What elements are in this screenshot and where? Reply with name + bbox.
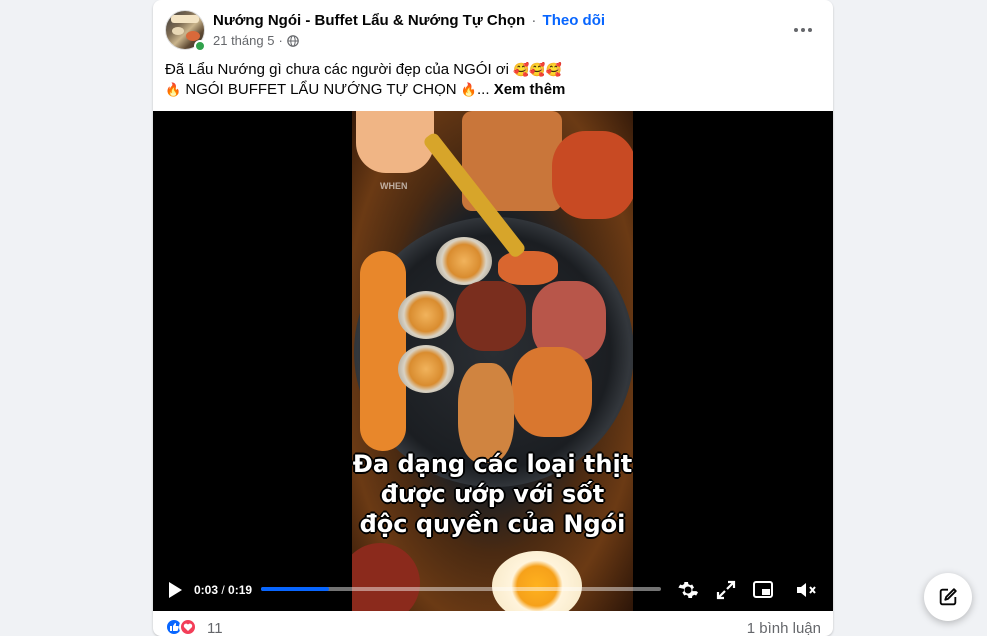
love-reaction-icon — [179, 618, 197, 636]
play-icon[interactable] — [167, 581, 183, 599]
comment-count-link[interactable]: 1 bình luận — [747, 620, 821, 636]
caption-line-2: 🔥 NGÓI BUFFET LẨU NƯỚNG TỰ CHỌN 🔥... Xem… — [165, 80, 821, 100]
name-separator: · — [531, 12, 537, 29]
overlay-line-1: Đa dạng các loại thịt — [352, 450, 633, 478]
duration: 0:19 — [228, 583, 253, 597]
current-time: 0:03 — [194, 583, 219, 597]
feed-post: Nướng Ngói - Buffet Lẩu & Nướng Tự Chọn … — [153, 0, 833, 636]
fire-emoji: 🔥 — [460, 82, 478, 97]
overlay-line-3: độc quyền của Ngói — [359, 510, 626, 538]
more-horizontal-icon — [794, 28, 798, 32]
new-message-button[interactable] — [924, 573, 972, 621]
video-player[interactable]: WHEN Đa dạng các loại thịt được ướp với … — [153, 111, 833, 611]
video-overlay-text: Đa dạng các loại thịt được ướp với sốt đ… — [352, 449, 633, 539]
video-progress-fill — [261, 587, 329, 591]
video-controls: 0:03 / 0:19 — [153, 571, 833, 611]
fire-emoji: 🔥 — [165, 82, 182, 97]
time-separator: / — [218, 583, 229, 597]
more-options-button[interactable] — [785, 12, 821, 48]
post-date-link[interactable]: 21 tháng 5 — [213, 33, 274, 48]
video-progress-bar[interactable] — [261, 587, 661, 591]
page-name-link[interactable]: Nướng Ngói - Buffet Lẩu & Nướng Tự Chọn — [213, 12, 525, 29]
post-caption: Đã Lẩu Nướng gì chưa các người đẹp của N… — [165, 60, 821, 100]
reaction-count[interactable]: 11 — [207, 620, 223, 636]
video-frame: WHEN Đa dạng các loại thịt được ướp với … — [352, 111, 633, 611]
post-footer: 11 1 bình luận — [153, 611, 833, 636]
settings-gear-icon[interactable] — [676, 578, 700, 602]
post-meta: 21 tháng 5 · — [213, 33, 299, 48]
compose-icon — [939, 588, 957, 606]
reaction-icons[interactable] — [165, 618, 197, 636]
video-time: 0:03 / 0:19 — [194, 583, 252, 597]
caption-ellipsis: ... — [477, 81, 490, 98]
video-watermark: WHEN — [380, 181, 408, 191]
caption-line-1: Đã Lẩu Nướng gì chưa các người đẹp của N… — [165, 60, 821, 80]
smiling-hearts-emoji: 🥰🥰🥰 — [513, 62, 562, 77]
caption-line-1-text: Đã Lẩu Nướng gì chưa các người đẹp của N… — [165, 61, 509, 78]
follow-button[interactable]: Theo dõi — [543, 12, 606, 29]
post-header: Nướng Ngói - Buffet Lẩu & Nướng Tự Chọn … — [153, 0, 833, 56]
expand-icon[interactable] — [714, 578, 738, 602]
picture-in-picture-icon[interactable] — [751, 578, 775, 602]
globe-icon — [286, 34, 299, 47]
overlay-line-2: được ướp với sốt — [380, 480, 605, 508]
muted-speaker-icon[interactable] — [794, 578, 818, 602]
date-separator: · — [278, 33, 283, 48]
post-author-line: Nướng Ngói - Buffet Lẩu & Nướng Tự Chọn … — [213, 12, 605, 29]
see-more-link[interactable]: Xem thêm — [494, 81, 566, 98]
online-status-dot — [194, 40, 206, 52]
caption-line-2-text: NGÓI BUFFET LẨU NƯỚNG TỰ CHỌN — [185, 81, 457, 98]
